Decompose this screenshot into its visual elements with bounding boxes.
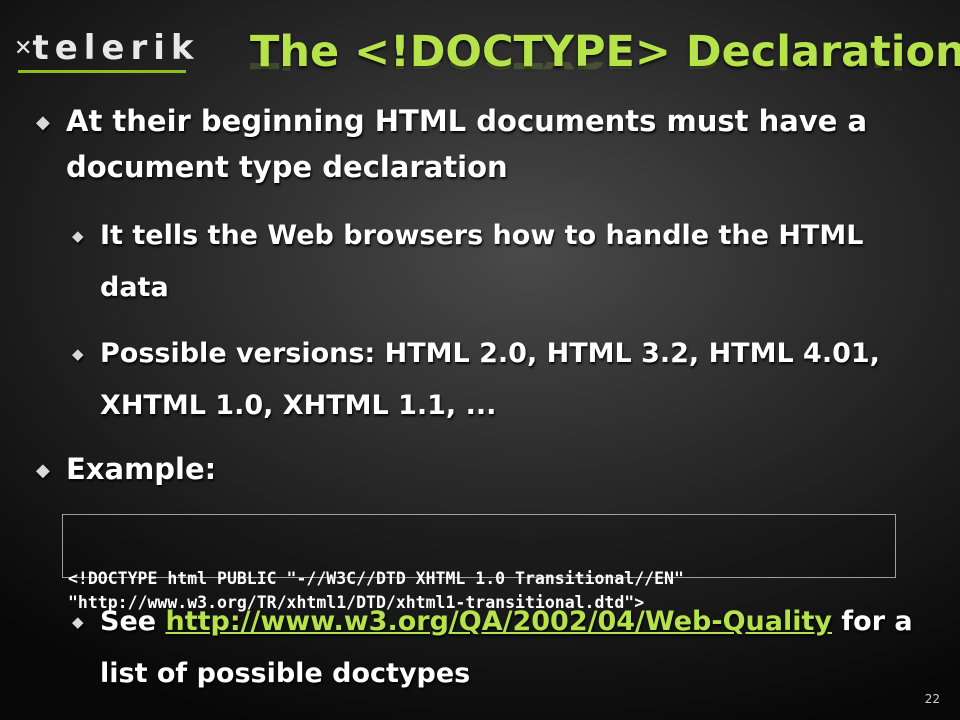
subbullet-text: It tells the Web browsers how to handle … — [100, 220, 864, 303]
subbullet-possible-versions: ◆ Possible versions: HTML 2.0, HTML 3.2,… — [72, 328, 932, 432]
see-prefix: See — [100, 606, 166, 637]
doctype-code-example: <!DOCTYPE html PUBLIC "-//W3C//DTD XHTML… — [62, 514, 896, 612]
logo-underline — [18, 70, 186, 73]
logo-wordmark: telerik — [32, 28, 200, 68]
small-diamond-bullet-icon: ◆ — [72, 227, 84, 245]
bullet-doctype-required: ◆ At their beginning HTML documents must… — [36, 98, 916, 190]
diamond-bullet-icon: ◆ — [36, 112, 50, 133]
telerik-logo-icon: ✕ — [14, 36, 33, 61]
small-diamond-bullet-icon: ◆ — [72, 345, 84, 363]
page-number: 22 — [924, 692, 940, 706]
subbullet-see-link: ◆ See http://www.w3.org/QA/2002/04/Web-Q… — [72, 596, 932, 700]
subbullet-browser-handling: ◆ It tells the Web browsers how to handl… — [72, 210, 932, 314]
bullet-example: ◆ Example: — [36, 446, 916, 492]
logo-text: ✕telerik — [14, 28, 200, 73]
code-line: <!DOCTYPE html PUBLIC "-//W3C//DTD XHTML… — [68, 569, 684, 588]
w3c-web-quality-link[interactable]: http://www.w3.org/QA/2002/04/Web-Quality — [165, 606, 832, 637]
subbullet-text: Possible versions: HTML 2.0, HTML 3.2, H… — [100, 338, 880, 421]
subbullet-text: See http://www.w3.org/QA/2002/04/Web-Qua… — [72, 596, 932, 700]
telerik-logo: ✕telerik — [14, 28, 193, 74]
small-diamond-bullet-icon: ◆ — [72, 613, 84, 631]
bullet-text: At their beginning HTML documents must h… — [66, 104, 868, 184]
slide-title: The <!DOCTYPE> Declaration — [250, 27, 960, 77]
bullet-text: Example: — [66, 452, 217, 486]
diamond-bullet-icon: ◆ — [36, 460, 50, 481]
